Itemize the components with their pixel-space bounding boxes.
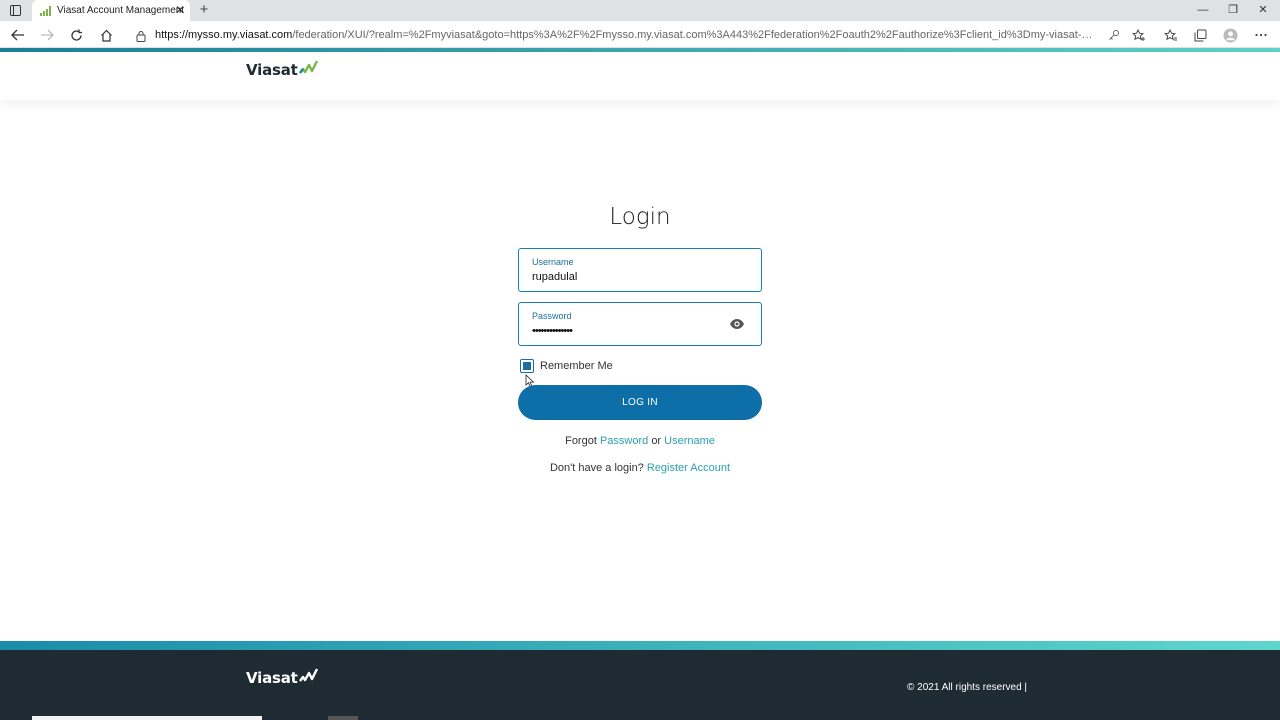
forward-icon[interactable] (38, 26, 56, 44)
checkbox-checked-mark (523, 362, 531, 370)
password-input[interactable]: •••••••••••••• (532, 325, 573, 337)
login-button[interactable]: LOG IN (518, 385, 762, 420)
logo-mark-icon (298, 60, 318, 74)
username-field[interactable]: Username rupadulal (518, 248, 762, 292)
tab-actions-icon[interactable] (6, 3, 24, 18)
register-prefix: Don't have a login? (549, 462, 644, 474)
key-icon[interactable] (1106, 27, 1122, 43)
show-password-icon[interactable] (729, 317, 745, 331)
footer-logo-mark-icon (298, 668, 318, 682)
forgot-username-link[interactable]: Username (664, 435, 715, 447)
more-options-icon[interactable] (1253, 27, 1269, 43)
site-footer: Viasat © 2021 All rights reserved | (0, 650, 1280, 720)
forgot-or: or (651, 435, 662, 447)
footer-logo-text: Viasat (246, 669, 298, 687)
viasat-logo[interactable]: Viasat (246, 60, 319, 79)
forgot-password-link[interactable]: Password (600, 435, 648, 447)
window-close-icon[interactable]: ✕ (1248, 2, 1278, 18)
register-row: Don't have a login? Register Account (440, 462, 840, 474)
address-bar[interactable]: https://mysso.my.viasat.com/federation/X… (128, 23, 1130, 46)
new-tab-icon[interactable]: + (196, 2, 212, 18)
copyright-text: © 2021 All rights reserved | (907, 682, 1028, 693)
login-title: Login (609, 204, 671, 230)
password-field[interactable]: Password •••••••••••••• (518, 302, 762, 346)
browser-toolbar: https://mysso.my.viasat.com/federation/X… (0, 21, 1280, 48)
footer-strip (32, 716, 262, 720)
remember-me-checkbox[interactable] (520, 359, 534, 373)
favorites-icon[interactable] (1163, 27, 1179, 43)
add-favorite-icon[interactable] (1131, 27, 1147, 43)
header-accent-bar (0, 48, 1280, 52)
username-label: Username (532, 257, 574, 267)
viasat-favicon-icon (40, 5, 52, 16)
browser-tab-bar: Viasat Account Management ✕ + — ❐ ✕ (0, 0, 1280, 21)
back-icon[interactable] (9, 26, 27, 44)
site-header: Viasat (0, 48, 1280, 100)
register-account-link[interactable]: Register Account (647, 462, 730, 474)
password-label: Password (532, 311, 572, 321)
remember-me-label: Remember Me (540, 360, 613, 372)
restore-icon[interactable]: ❐ (1218, 2, 1248, 18)
url-text: https://mysso.my.viasat.com/federation/X… (155, 28, 1097, 41)
refresh-icon[interactable] (67, 26, 85, 44)
forgot-credentials: Forgot Password or Username (440, 435, 840, 447)
tab-title: Viasat Account Management (57, 5, 185, 16)
footer-accent-bar (0, 641, 1280, 650)
profile-avatar-icon[interactable] (1222, 27, 1238, 43)
username-input[interactable]: rupadulal (532, 271, 577, 283)
lock-icon (136, 29, 146, 42)
minimize-icon[interactable]: — (1188, 2, 1218, 18)
logo-text: Viasat (246, 61, 298, 79)
footer-strip-secondary (328, 716, 358, 720)
browser-tab[interactable]: Viasat Account Management ✕ (32, 0, 190, 21)
collections-icon[interactable] (1192, 27, 1208, 43)
footer-viasat-logo[interactable]: Viasat (246, 668, 319, 687)
remember-me[interactable]: Remember Me (520, 359, 613, 373)
home-icon[interactable] (97, 26, 115, 44)
tab-close-icon[interactable]: ✕ (174, 4, 186, 16)
forgot-prefix: Forgot (565, 435, 597, 447)
